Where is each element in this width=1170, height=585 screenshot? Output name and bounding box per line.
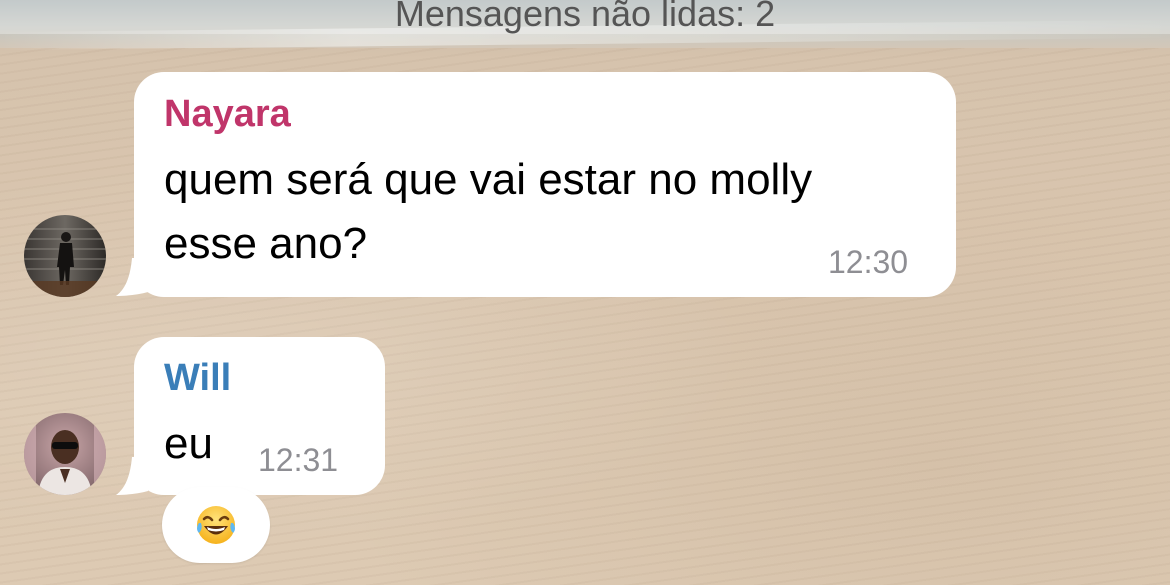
sender-name-nayara[interactable]: Nayara bbox=[164, 92, 291, 136]
message-text-line: esse ano? bbox=[164, 219, 368, 268]
sender-name-will[interactable]: Will bbox=[164, 356, 231, 400]
message-bubble-nayara[interactable]: Nayara quem será que vai estar no molly … bbox=[134, 72, 956, 297]
message-text-line: eu bbox=[164, 419, 213, 468]
avatar-will[interactable] bbox=[24, 413, 106, 495]
reaction-badge[interactable] bbox=[162, 487, 270, 563]
message-timestamp: 12:30 bbox=[828, 244, 909, 280]
avatar-nayara[interactable] bbox=[24, 215, 106, 297]
nayara-avatar-icon bbox=[24, 215, 106, 297]
laughing-tears-emoji-icon bbox=[197, 506, 235, 544]
unread-messages-label: Mensagens não lidas: 2 bbox=[394, 0, 776, 34]
unread-messages-banner: Mensagens não lidas: 2 bbox=[0, 0, 1170, 34]
message-timestamp: 12:31 bbox=[258, 442, 339, 478]
message-bubble-will[interactable]: Will eu 12:31 bbox=[134, 337, 385, 495]
will-avatar-icon bbox=[24, 413, 106, 495]
message-text-line: quem será que vai estar no molly bbox=[164, 155, 813, 204]
